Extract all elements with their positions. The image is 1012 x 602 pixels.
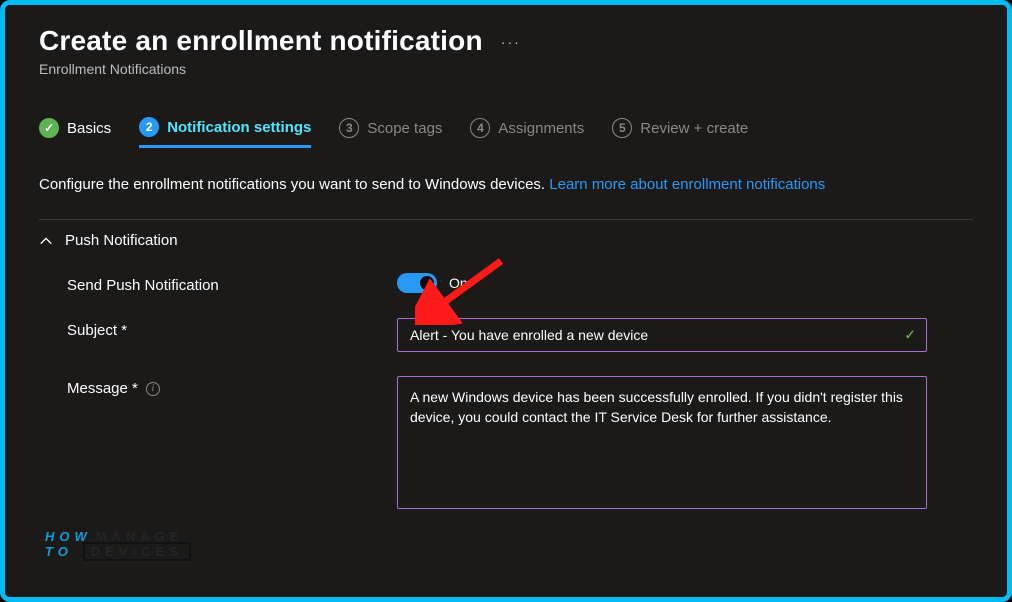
subject-input-wrapper: ✓	[397, 318, 927, 352]
chevron-up-icon	[39, 234, 53, 248]
tab-label: Basics	[67, 120, 111, 137]
watermark-manage: MANAGE	[96, 529, 184, 544]
subject-input[interactable]	[398, 319, 926, 351]
tab-scope-tags[interactable]: 3 Scope tags	[339, 118, 442, 146]
content-panel: Create an enrollment notification ··· En…	[5, 5, 1007, 597]
label-send-push: Send Push Notification	[67, 273, 397, 294]
step-number: 3	[339, 118, 359, 138]
toggle-state-label: On	[449, 275, 468, 291]
message-input-wrapper	[397, 376, 927, 509]
step-number: 5	[612, 118, 632, 138]
page-title: Create an enrollment notification	[39, 25, 483, 57]
tab-label: Assignments	[498, 120, 584, 137]
row-send-push: Send Push Notification On	[67, 273, 973, 294]
tab-label: Scope tags	[367, 120, 442, 137]
step-number: 4	[470, 118, 490, 138]
description-text: Configure the enrollment notifications y…	[39, 176, 973, 193]
breadcrumb: Enrollment Notifications	[39, 61, 973, 77]
tab-label: Review + create	[640, 120, 748, 137]
more-actions-button[interactable]: ···	[501, 34, 521, 50]
message-input[interactable]	[398, 377, 926, 505]
watermark-logo: HOW MANAGE TO DEVICES	[45, 529, 191, 561]
watermark-how: HOW	[45, 529, 92, 544]
row-subject: Subject * ✓	[67, 318, 973, 352]
toggle-knob	[420, 276, 434, 290]
step-number: 2	[139, 117, 159, 137]
tab-basics[interactable]: Basics	[39, 118, 111, 146]
valid-check-icon: ✓	[904, 327, 916, 344]
form-push-notification: Send Push Notification On Subject * ✓	[39, 273, 973, 509]
toggle-send-push[interactable]	[397, 273, 437, 293]
watermark-devices: DEVICES	[83, 542, 191, 561]
info-icon[interactable]: i	[146, 382, 160, 396]
label-subject: Subject *	[67, 318, 397, 339]
page-header: Create an enrollment notification ···	[39, 25, 973, 61]
row-message: Message * i	[67, 376, 973, 509]
divider	[39, 219, 973, 220]
label-message: Message *	[67, 380, 138, 397]
tab-assignments[interactable]: 4 Assignments	[470, 118, 584, 146]
tab-notification-settings[interactable]: 2 Notification settings	[139, 117, 311, 148]
section-title: Push Notification	[65, 232, 178, 249]
check-icon	[39, 118, 59, 138]
wizard-steps: Basics 2 Notification settings 3 Scope t…	[39, 117, 973, 148]
watermark-to: TO	[45, 544, 73, 559]
app-window: Create an enrollment notification ··· En…	[0, 0, 1012, 602]
tab-review-create[interactable]: 5 Review + create	[612, 118, 748, 146]
learn-more-link[interactable]: Learn more about enrollment notification…	[549, 176, 825, 193]
tab-label: Notification settings	[167, 119, 311, 136]
section-toggle-push-notification[interactable]: Push Notification	[39, 232, 973, 249]
description-body: Configure the enrollment notifications y…	[39, 176, 549, 193]
